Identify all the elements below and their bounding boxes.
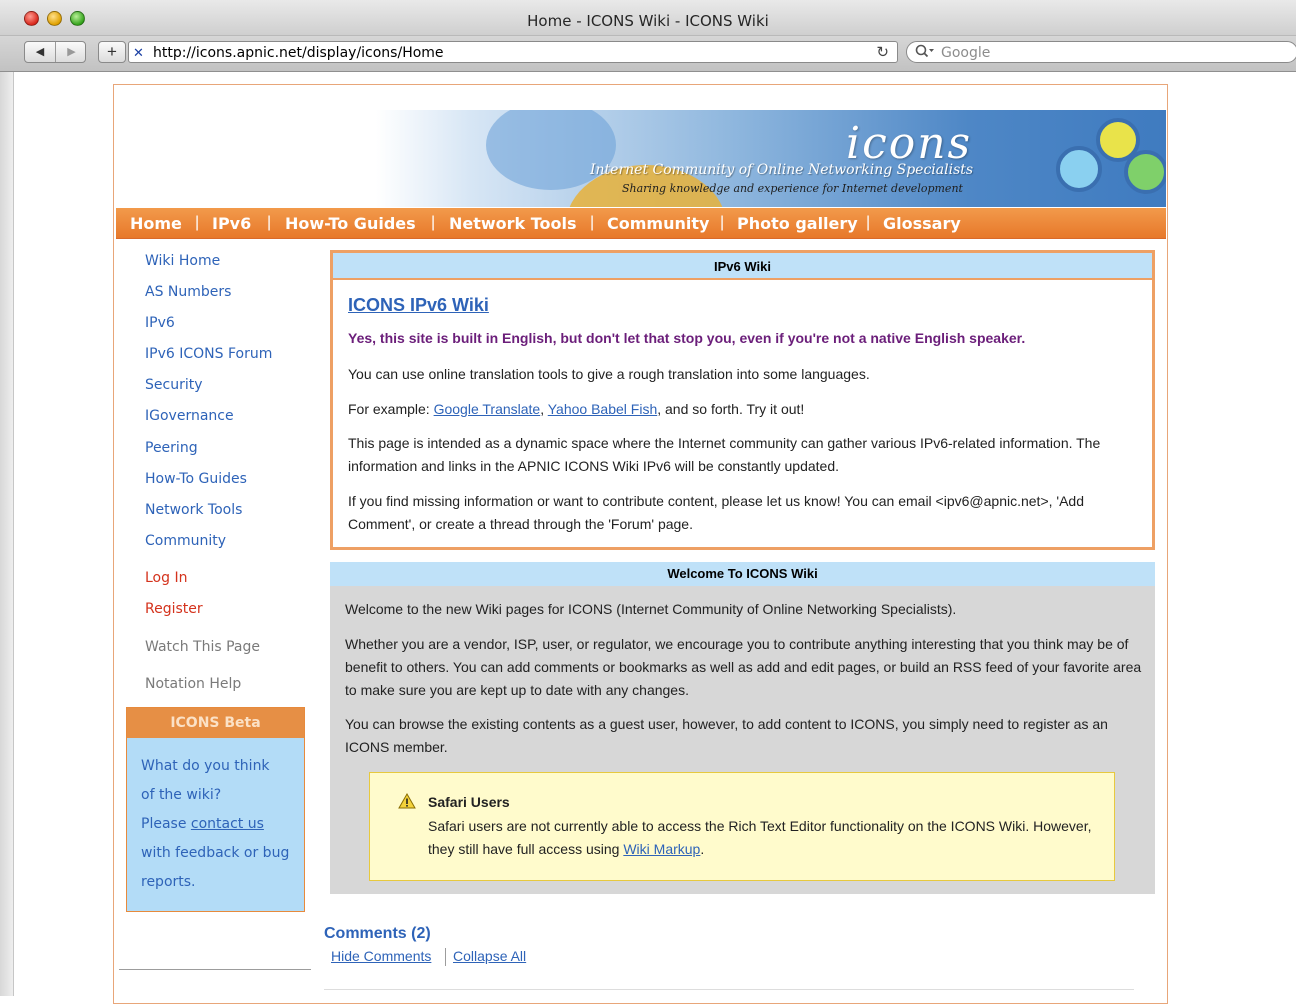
- comments-heading: Comments (2): [324, 925, 431, 942]
- nav-community[interactable]: Community: [607, 214, 709, 233]
- paragraph: Whether you are a vendor, ISP, user, or …: [345, 636, 1142, 698]
- browser-toolbar: ◀ ▶ + ✕ http://icons.apnic.net/display/i…: [0, 36, 1296, 72]
- notation-help-link[interactable]: Notation Help: [145, 676, 241, 692]
- yahoo-babel-fish-link[interactable]: Yahoo Babel Fish: [548, 401, 657, 417]
- register-link[interactable]: Register: [145, 601, 203, 617]
- sidebar-item-community[interactable]: Community: [145, 533, 226, 549]
- nav-separator: |: [431, 214, 436, 231]
- google-translate-link[interactable]: Google Translate: [434, 401, 541, 417]
- sidebar-item-wiki-home[interactable]: Wiki Home: [145, 253, 220, 269]
- back-button[interactable]: ◀: [25, 42, 56, 62]
- sidebar-item-how-to-guides[interactable]: How-To Guides: [145, 471, 247, 487]
- main-navigation: Home | IPv6 | How-To Guides | Network To…: [116, 208, 1166, 239]
- sidebar-item-security[interactable]: Security: [145, 377, 203, 393]
- beta-text-prefix: Please: [141, 816, 191, 832]
- text: ,: [540, 401, 548, 417]
- reload-icon[interactable]: ↻: [876, 43, 889, 61]
- nav-separator: |: [590, 214, 595, 231]
- link-separator: [445, 948, 446, 966]
- site-favicon-icon: ✕: [133, 45, 144, 60]
- english-notice: Yes, this site is built in English, but …: [348, 330, 1026, 346]
- paragraph: You can browse the existing contents as …: [345, 716, 1108, 755]
- contact-us-link[interactable]: contact us: [191, 816, 264, 832]
- text: , and so forth. Try it out!: [657, 401, 805, 417]
- panel-header: Welcome To ICONS Wiki: [330, 562, 1155, 586]
- sidebar-item-igovernance[interactable]: IGovernance: [145, 408, 234, 424]
- sidebar-item-ipv6-forum[interactable]: IPv6 ICONS Forum: [145, 346, 272, 362]
- ipv6-wiki-panel: IPv6 Wiki ICONS IPv6 Wiki Yes, this site…: [330, 250, 1155, 550]
- window-side-edge: [0, 72, 14, 996]
- wiki-markup-link[interactable]: Wiki Markup: [623, 841, 700, 857]
- history-buttons: ◀ ▶: [24, 41, 86, 63]
- nav-ipv6[interactable]: IPv6: [212, 214, 251, 233]
- safari-note: Safari Users Safari users are not curren…: [369, 772, 1115, 881]
- banner-tagline: Internet Community of Online Networking …: [590, 162, 974, 178]
- search-field[interactable]: Google: [906, 41, 1296, 63]
- url-text[interactable]: http://icons.apnic.net/display/icons/Hom…: [153, 45, 444, 61]
- paragraph: If you find missing information or want …: [348, 493, 1084, 532]
- sidebar-item-peering[interactable]: Peering: [145, 440, 198, 456]
- icons-beta-box: ICONS Beta What do you think of the wiki…: [126, 707, 305, 912]
- window-title: Home - ICONS Wiki - ICONS Wiki: [527, 12, 769, 30]
- banner-subtagline: Sharing knowledge and experience for Int…: [622, 182, 963, 195]
- text: For example:: [348, 401, 434, 417]
- sidebar-divider: [119, 969, 311, 970]
- window-titlebar: Home - ICONS Wiki - ICONS Wiki: [0, 0, 1296, 36]
- beta-text-line: with feedback or bug: [141, 845, 290, 861]
- nav-home[interactable]: Home: [130, 214, 182, 233]
- beta-text-line: reports.: [141, 874, 196, 890]
- sidebar-item-ipv6[interactable]: IPv6: [145, 315, 175, 331]
- nav-network-tools[interactable]: Network Tools: [449, 214, 577, 233]
- nav-photo-gallery[interactable]: Photo gallery: [737, 214, 858, 233]
- sidebar-item-as-numbers[interactable]: AS Numbers: [145, 284, 231, 300]
- hide-comments-link[interactable]: Hide Comments: [331, 948, 431, 964]
- paragraph: For example: Google Translate, Yahoo Bab…: [348, 398, 1140, 421]
- note-text: Safari users are not currently able to a…: [428, 815, 1098, 861]
- warning-icon: [398, 793, 416, 809]
- comments-divider: [324, 989, 1134, 990]
- forward-button[interactable]: ▶: [56, 42, 87, 62]
- search-icon: [915, 44, 935, 63]
- note-title: Safari Users: [428, 794, 510, 810]
- paragraph: Welcome to the new Wiki pages for ICONS …: [345, 601, 957, 617]
- nav-separator: |: [267, 214, 272, 231]
- beta-text-line: What do you think: [141, 758, 270, 774]
- beta-text-line: Please contact us: [141, 816, 264, 832]
- watch-page-link[interactable]: Watch This Page: [145, 639, 260, 655]
- text: .: [700, 841, 705, 857]
- login-link[interactable]: Log In: [145, 570, 187, 586]
- nav-glossary[interactable]: Glossary: [883, 214, 961, 233]
- address-bar[interactable]: ✕ http://icons.apnic.net/display/icons/H…: [128, 41, 898, 63]
- paragraph: This page is intended as a dynamic space…: [348, 435, 1101, 474]
- add-bookmark-button[interactable]: +: [98, 41, 126, 63]
- nav-separator: |: [866, 214, 871, 231]
- site-banner: icons Internet Community of Online Netwo…: [116, 110, 1166, 207]
- nav-separator: |: [195, 214, 200, 231]
- nav-separator: |: [720, 214, 725, 231]
- panel-header: IPv6 Wiki: [333, 253, 1152, 280]
- beta-text-line: of the wiki?: [141, 787, 222, 803]
- ipv6-wiki-title-link[interactable]: ICONS IPv6 Wiki: [348, 295, 489, 316]
- collapse-all-link[interactable]: Collapse All: [453, 948, 526, 964]
- text: Safari users are not currently able to a…: [428, 818, 1092, 857]
- paragraph: You can use online translation tools to …: [348, 366, 870, 382]
- search-placeholder: Google: [941, 45, 991, 61]
- icons-beta-title: ICONS Beta: [127, 708, 304, 738]
- sidebar-item-network-tools[interactable]: Network Tools: [145, 502, 242, 518]
- welcome-panel: Welcome To ICONS Wiki Welcome to the new…: [330, 562, 1155, 894]
- nav-how-to-guides[interactable]: How-To Guides: [285, 214, 416, 233]
